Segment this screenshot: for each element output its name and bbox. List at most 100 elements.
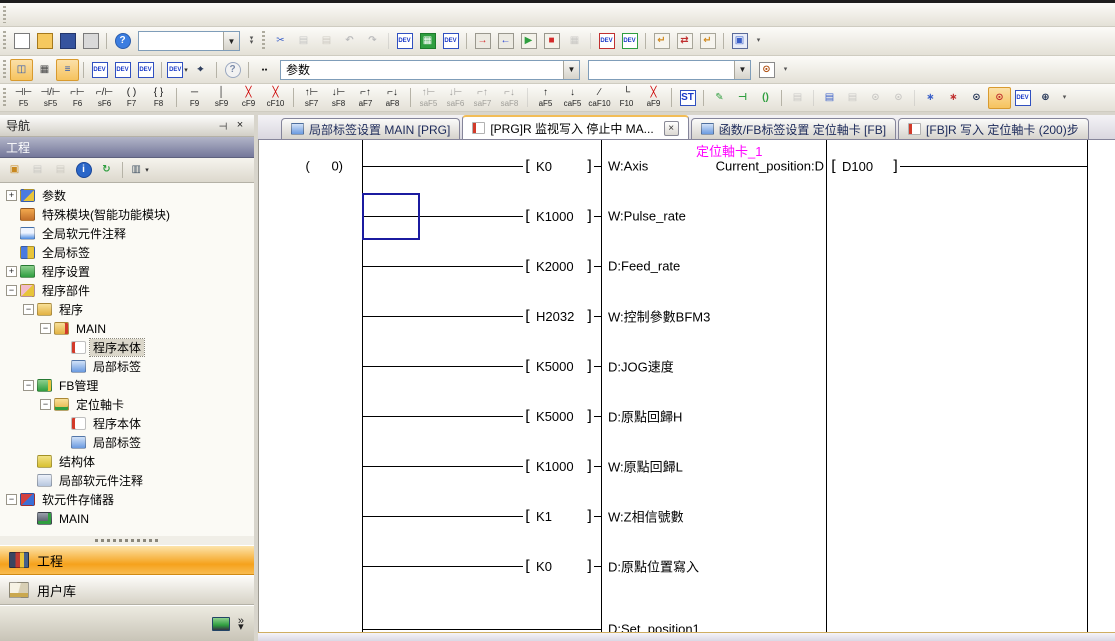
write-to-plc-icon[interactable]: → — [471, 30, 494, 52]
project-view-button[interactable]: 工程 — [0, 545, 254, 575]
menu-item[interactable] — [230, 11, 252, 19]
input-operand[interactable]: [K0] — [523, 156, 594, 176]
closed-branch-button[interactable]: ⌐/⊢sF6 — [91, 85, 118, 110]
help-icon[interactable]: ? — [111, 30, 134, 52]
device-comment-icon[interactable]: DEV — [393, 30, 416, 52]
module-configuration-icon[interactable]: ▦ — [33, 59, 56, 81]
tree-item[interactable]: 结构体 — [0, 452, 254, 471]
edit-cursor[interactable] — [362, 193, 420, 240]
tree-expander[interactable]: − — [6, 285, 17, 296]
toolbar-gripper[interactable] — [3, 6, 6, 22]
application-instruction-button[interactable]: { }F8 — [145, 85, 172, 110]
more-buttons-icon[interactable]: »▾ — [238, 618, 244, 630]
input-operand[interactable]: [K1000] — [523, 456, 594, 476]
tree-item[interactable]: − 程序部件 — [0, 281, 254, 300]
help-2-icon[interactable]: ? — [221, 59, 244, 81]
menu-item[interactable] — [76, 11, 98, 19]
open-branch-button[interactable]: ⌐⊢F6 — [64, 85, 91, 110]
pou-transfer-icon[interactable]: ⇄ — [673, 30, 696, 52]
note-edit-icon[interactable]: ▤ — [818, 87, 841, 109]
input-operand[interactable]: [K5000] — [523, 356, 594, 376]
close-icon[interactable]: × — [232, 118, 248, 133]
edit-contact-icon[interactable]: ⊣ — [731, 87, 754, 109]
tree-expander[interactable]: + — [6, 266, 17, 277]
tree-expander[interactable]: − — [23, 304, 34, 315]
toolbar-gripper[interactable] — [3, 31, 6, 51]
document-tab[interactable]: 函数/FB标签设置 定位軸卡 [FB] — [691, 118, 896, 139]
device-test-icon[interactable]: DEV — [595, 30, 618, 52]
find-icon[interactable]: ●● — [253, 59, 276, 81]
paste-icon[interactable]: ▤ — [315, 30, 338, 52]
project-combo[interactable]: ▼ — [138, 31, 240, 51]
work-window-icon[interactable]: ≡ — [56, 59, 79, 81]
read-from-plc-icon[interactable]: ← — [494, 30, 517, 52]
connection-destination-icon[interactable] — [212, 617, 230, 631]
ladder-editor-canvas[interactable]: 定位軸卡_1[K0]W:Axis( 0)Current_position:D[D… — [258, 140, 1115, 632]
vertical-line-button[interactable]: │sF9 — [208, 85, 235, 110]
new-project-icon[interactable] — [10, 30, 33, 52]
open-contact-button[interactable]: ⊣⊢F5 — [10, 85, 37, 110]
nav-refresh-icon[interactable]: ↻ — [95, 159, 118, 181]
falling-pulse-close-button[interactable]: ↓⊢saF6 — [442, 85, 469, 110]
input-operand[interactable]: [K2000] — [523, 256, 594, 276]
device-find-icon[interactable]: DEV — [1011, 87, 1034, 109]
tree-item[interactable]: − 程序 — [0, 300, 254, 319]
tree-expander[interactable]: − — [40, 399, 51, 410]
document-tab[interactable]: [FB]R 写入 定位軸卡 (200)步 — [898, 118, 1089, 139]
convert-pulse-button[interactable]: ↓caF5 — [559, 85, 586, 110]
falling-pulse-button[interactable]: ↓⊢sF8 — [325, 85, 352, 110]
device-display-icon[interactable]: DEV — [166, 59, 189, 81]
tree-item[interactable]: − FB管理 — [0, 376, 254, 395]
pc-communication-icon[interactable]: ▣ — [728, 30, 751, 52]
toolbar-overflow-icon[interactable]: ▾ — [780, 60, 791, 80]
chevron-down-icon[interactable]: ▼ — [563, 61, 579, 79]
device-search-icon[interactable]: ⌖ — [189, 59, 212, 81]
invert-result-button[interactable]: ∕caF10 — [586, 85, 613, 110]
horizontal-line-button[interactable]: ─F9 — [181, 85, 208, 110]
falling-pulse-close-branch-button[interactable]: ⌐↓saF8 — [496, 85, 523, 110]
watch-icon[interactable]: ▦ — [563, 30, 586, 52]
comment-display-icon[interactable]: ⊙ — [988, 87, 1011, 109]
closed-contact-button[interactable]: ⊣/⊢sF5 — [37, 85, 64, 110]
menu-item[interactable] — [32, 11, 54, 19]
tree-item[interactable]: 程序本体 — [0, 414, 254, 433]
horizontal-scrollbar[interactable] — [258, 632, 1115, 641]
output-operand[interactable]: [D100] — [829, 156, 900, 176]
tree-item[interactable]: 特殊模块(智能功能模块) — [0, 205, 254, 224]
panel-splitter[interactable] — [0, 536, 254, 545]
cross-reference-write-icon[interactable]: ∗ — [942, 87, 965, 109]
monitor-stop-icon[interactable]: ■ — [540, 30, 563, 52]
find-previous-icon[interactable]: ⊙ — [864, 87, 887, 109]
menu-item[interactable] — [54, 11, 76, 19]
input-operand[interactable]: [K5000] — [523, 406, 594, 426]
input-operand[interactable]: [K0] — [523, 556, 594, 576]
delete-horizontal-line-button[interactable]: ╳cF9 — [235, 85, 262, 110]
inline-st-button[interactable]: ST — [676, 87, 699, 109]
rising-pulse-close-button[interactable]: ↑⊢saF5 — [415, 85, 442, 110]
menu-item[interactable] — [10, 11, 32, 19]
input-operand[interactable]: [H2032] — [523, 306, 594, 326]
coil-button[interactable]: ( )F7 — [118, 85, 145, 110]
tree-item[interactable]: 局部标签 — [0, 357, 254, 376]
edit-ladder-icon[interactable]: ✎ — [708, 87, 731, 109]
cut-icon[interactable]: ✂ — [269, 30, 292, 52]
edit-coil-icon[interactable]: () — [754, 87, 777, 109]
line-connect-button[interactable]: └F10 — [613, 85, 640, 110]
tree-expander[interactable]: − — [6, 494, 17, 505]
tree-item[interactable]: 程序本体 — [0, 338, 254, 357]
navigation-toggle-icon[interactable]: ◫ — [10, 59, 33, 81]
find-next-icon[interactable]: ⊙ — [887, 87, 910, 109]
zoom-icon[interactable]: ⊕ — [1034, 87, 1057, 109]
device-memory-icon[interactable]: DEV — [439, 30, 462, 52]
document-tab[interactable]: 局部标签设置 MAIN [PRG] — [281, 118, 460, 139]
toolbar-overflow-icon[interactable]: ▾▾ — [246, 31, 257, 51]
tree-expander[interactable]: − — [40, 323, 51, 334]
pou-write-icon[interactable]: ↵ — [696, 30, 719, 52]
tree-item[interactable]: 局部标签 — [0, 433, 254, 452]
user-library-button[interactable]: 用户库 — [0, 575, 254, 605]
delete-line-button[interactable]: ╳aF9 — [640, 85, 667, 110]
device-reference-icon[interactable]: ⊙ — [965, 87, 988, 109]
redo-icon[interactable]: ↷ — [361, 30, 384, 52]
rising-pulse-button[interactable]: ↑⊢sF7 — [298, 85, 325, 110]
rising-pulse-close-branch-button[interactable]: ⌐↑saF7 — [469, 85, 496, 110]
